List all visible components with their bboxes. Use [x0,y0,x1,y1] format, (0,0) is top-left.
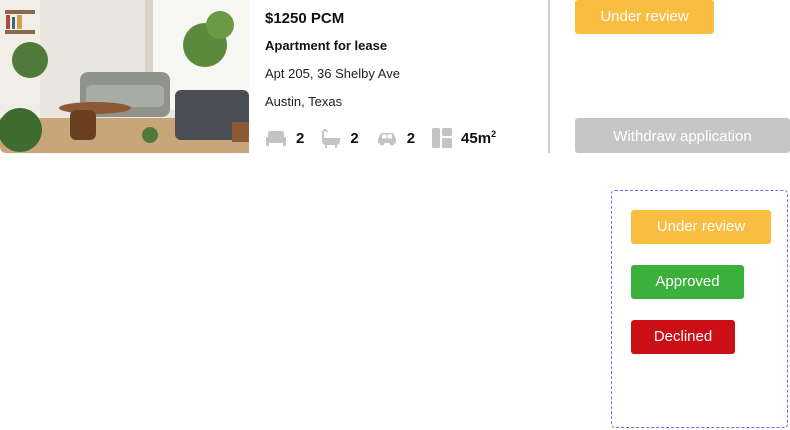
bedrooms-count: 2 [296,129,305,147]
bed-icon [266,131,286,146]
address-line1: Apt 205, 36 Shelby Ave [265,66,400,81]
address-line2: Austin, Texas [265,94,343,109]
living-room-photo [0,0,249,153]
bathrooms-count: 2 [350,129,359,147]
withdraw-application-button[interactable]: Withdraw application [575,118,790,153]
status-badge: Under review [575,0,714,34]
vertical-divider [548,0,550,153]
status-variants-panel: Under review Approved Declined [611,190,788,428]
features-row: 2 2 2 45m2 [265,126,513,150]
car-icon [377,132,396,145]
floorplan-icon [432,128,453,148]
area-value: 45m2 [461,129,496,147]
listing-price: $1250 PCM [265,10,345,27]
status-badge-under-review: Under review [631,210,771,244]
status-badge-approved: Approved [631,265,744,299]
listing-photo[interactable] [0,0,249,153]
feature-area: 45m2 [432,128,496,148]
area-unit-superscript: 2 [491,129,497,139]
bathtub-icon [322,128,341,148]
property-type: Apartment for lease [265,38,388,53]
status-badge-declined: Declined [631,320,735,354]
listing-card[interactable]: $1250 PCM Apartment for lease Apt 205, 3… [0,0,790,153]
feature-bathrooms: 2 [321,128,359,148]
parking-count: 2 [406,129,416,147]
feature-bedrooms: 2 [265,130,304,147]
feature-parking: 2 [376,130,415,147]
area-number: 45m [461,130,492,147]
